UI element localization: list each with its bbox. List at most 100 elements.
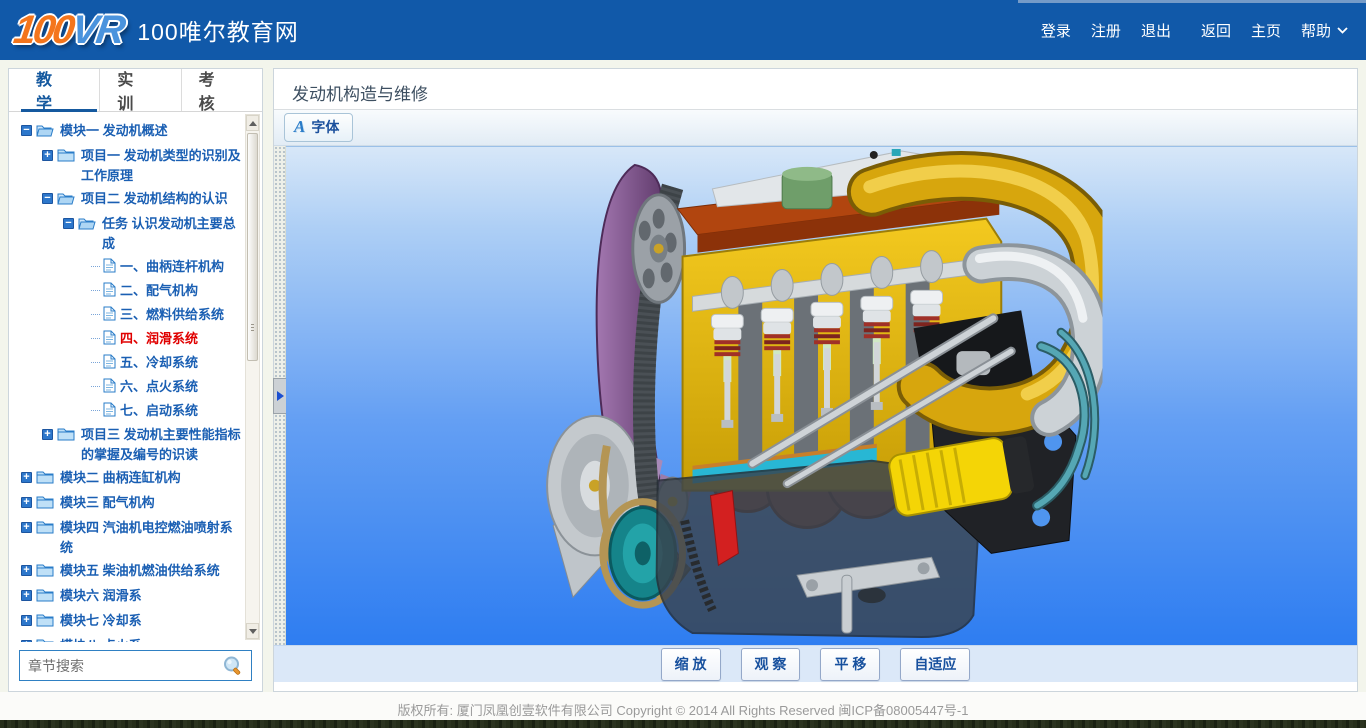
- header-link[interactable]: 返回: [1201, 20, 1231, 41]
- font-button-label: 字体: [311, 117, 339, 137]
- header: 100VR 100唯尔教育网 登录注册退出返回主页帮助: [0, 0, 1366, 60]
- tree-connector: [91, 290, 100, 291]
- tree-item[interactable]: + 模块七 冷却系: [15, 611, 242, 633]
- tree-item-label: 模块四 汽油机电控燃油喷射系统: [60, 518, 242, 558]
- document-icon: [103, 402, 116, 422]
- expand-icon[interactable]: +: [21, 565, 32, 576]
- tree-item[interactable]: + 模块六 润滑系: [15, 586, 242, 608]
- folder-icon: [36, 519, 56, 540]
- content-tabbar: 发动机构造与维修: [274, 69, 1357, 110]
- footer-bottom-strip: [0, 720, 1366, 728]
- scroll-down-button[interactable]: [246, 623, 259, 639]
- folder-open-icon: [57, 190, 77, 211]
- tree-connector: [91, 266, 100, 267]
- sidebar-tab[interactable]: 实 训: [99, 69, 180, 111]
- splitter-collapse-handle[interactable]: [273, 378, 287, 414]
- site-logo[interactable]: 100VR: [11, 8, 127, 53]
- font-icon: A: [294, 120, 305, 134]
- folder-icon: [36, 469, 56, 490]
- course-tree: −模块一 发动机概述+项目一 发动机类型的识别及工作原理−项目二 发动机结构的认…: [15, 118, 242, 642]
- header-link-group: 登录注册退出: [1041, 20, 1171, 41]
- tree-item[interactable]: − 项目二 发动机结构的认识: [15, 189, 242, 211]
- collapse-icon[interactable]: −: [63, 218, 74, 229]
- document-icon: [103, 282, 116, 302]
- chapter-search-input[interactable]: [19, 650, 252, 681]
- course-tree-wrap: −模块一 发动机概述+项目一 发动机类型的识别及工作原理−项目二 发动机结构的认…: [9, 112, 262, 642]
- 3d-viewer[interactable]: [286, 146, 1357, 645]
- footer: 版权所有: 厦门凤凰创壹软件有限公司 Copyright © 2014 All …: [0, 692, 1366, 728]
- expand-icon[interactable]: +: [42, 150, 53, 161]
- tree-item-label: 模块七 冷却系: [60, 611, 142, 631]
- tree-item-label: 六、点火系统: [120, 377, 198, 397]
- collapse-icon[interactable]: −: [42, 193, 53, 204]
- tree-connector: [91, 386, 100, 387]
- tree-item[interactable]: + 模块五 柴油机燃油供给系统: [15, 561, 242, 583]
- tree-item-label: 四、润滑系统: [120, 329, 198, 349]
- expand-icon[interactable]: +: [21, 615, 32, 626]
- tree-item[interactable]: 五、冷却系统: [15, 353, 242, 374]
- tree-item[interactable]: 六、点火系统: [15, 377, 242, 398]
- tree-item-label: 项目二 发动机结构的认识: [81, 189, 228, 209]
- tree-item-label: 模块二 曲柄连缸机构: [60, 468, 181, 488]
- tree-item[interactable]: 四、润滑系统: [15, 329, 242, 350]
- sidebar-tabs: 教 学实 训考 核: [9, 69, 262, 112]
- tree-item[interactable]: + 项目三 发动机主要性能指标的掌握及编号的识读: [15, 425, 242, 465]
- viewer-control-button[interactable]: 观 察: [741, 648, 801, 681]
- expand-icon[interactable]: +: [21, 590, 32, 601]
- tree-item[interactable]: − 模块一 发动机概述: [15, 121, 242, 143]
- tree-item[interactable]: 二、配气机构: [15, 281, 242, 302]
- arrow-down-icon: [249, 629, 257, 634]
- tree-item[interactable]: 一、曲柄连杆机构: [15, 257, 242, 278]
- expand-icon[interactable]: +: [21, 497, 32, 508]
- header-link[interactable]: 注册: [1091, 20, 1121, 41]
- viewer-control-button[interactable]: 缩 放: [661, 648, 721, 681]
- document-icon: [103, 330, 116, 350]
- header-link[interactable]: 主页: [1251, 20, 1281, 41]
- expand-icon[interactable]: +: [21, 472, 32, 483]
- tree-item[interactable]: + 模块四 汽油机电控燃油喷射系统: [15, 518, 242, 558]
- document-icon: [103, 306, 116, 326]
- tree-item[interactable]: + 项目一 发动机类型的识别及工作原理: [15, 146, 242, 186]
- folder-icon: [36, 612, 56, 633]
- tree-item-label: 一、曲柄连杆机构: [120, 257, 224, 277]
- copyright-text: 版权所有: 厦门凤凰创壹软件有限公司 Copyright © 2014 All …: [0, 692, 1366, 719]
- tree-item[interactable]: +模块三 配气机构: [15, 493, 242, 515]
- folder-open-icon: [78, 215, 98, 236]
- sidebar-tab[interactable]: 考 核: [181, 69, 262, 111]
- scrollbar-thumb[interactable]: [247, 133, 258, 361]
- header-link[interactable]: 帮助: [1301, 20, 1348, 41]
- magnifier-icon[interactable]: [222, 655, 244, 677]
- tree-item-label: 模块一 发动机概述: [60, 121, 168, 141]
- splitter-arrow-icon: [277, 391, 284, 401]
- tree-item-label: 五、冷却系统: [120, 353, 198, 373]
- collapse-icon[interactable]: −: [21, 125, 32, 136]
- sidebar-tab[interactable]: 教 学: [19, 69, 99, 111]
- tree-item[interactable]: −任务 认识发动机主要总成: [15, 214, 242, 254]
- viewer-toolbar: A 字体: [274, 110, 1357, 146]
- expand-icon[interactable]: +: [21, 522, 32, 533]
- document-icon: [103, 378, 116, 398]
- scroll-up-button[interactable]: [246, 115, 259, 131]
- expand-icon[interactable]: +: [42, 429, 53, 440]
- viewer-control-button[interactable]: 自适应: [900, 648, 970, 681]
- header-link-group: 返回主页帮助: [1201, 20, 1348, 41]
- tree-item-label: 模块五 柴油机燃油供给系统: [60, 561, 220, 581]
- tree-item[interactable]: + 模块二 曲柄连缸机构: [15, 468, 242, 490]
- tree-item[interactable]: 三、燃料供给系统: [15, 305, 242, 326]
- tree-scrollbar[interactable]: [245, 114, 260, 640]
- viewer-control-button[interactable]: 平 移: [820, 648, 880, 681]
- tree-item[interactable]: 七、启动系统: [15, 401, 242, 422]
- folder-icon: [36, 587, 56, 608]
- font-button[interactable]: A 字体: [284, 113, 353, 142]
- tree-item-label: 模块六 润滑系: [60, 586, 142, 606]
- tree-connector: [91, 410, 100, 411]
- panel-splitter[interactable]: [274, 146, 286, 645]
- header-link[interactable]: 退出: [1141, 20, 1171, 41]
- tree-connector: [91, 338, 100, 339]
- tree-item-label: 七、启动系统: [120, 401, 198, 421]
- header-link[interactable]: 登录: [1041, 20, 1071, 41]
- engine-3d-model[interactable]: [541, 147, 1102, 645]
- tree-item-label: 项目三 发动机主要性能指标的掌握及编号的识读: [81, 425, 242, 465]
- chapter-search-row: [9, 642, 262, 691]
- tree-item-label: 项目一 发动机类型的识别及工作原理: [81, 146, 242, 186]
